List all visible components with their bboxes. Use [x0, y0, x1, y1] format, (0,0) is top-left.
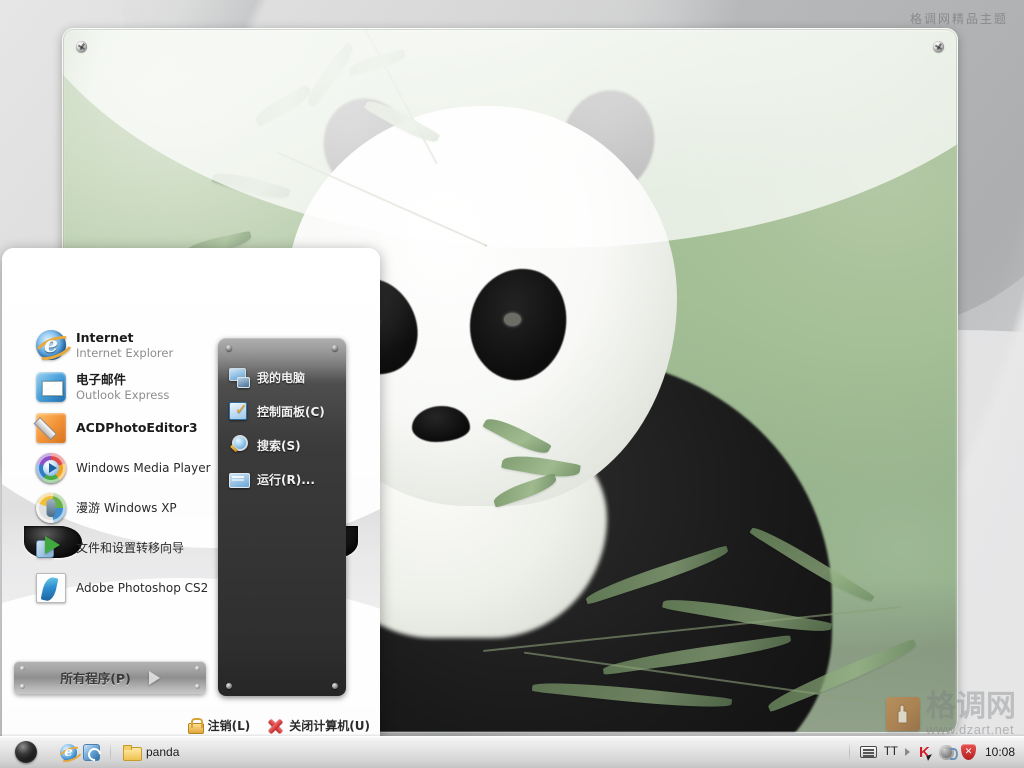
- watermark-top: 格调网精品主题: [909, 12, 1008, 26]
- start-menu-item-title: ACDPhotoEditor3: [76, 420, 198, 436]
- shut-down-button[interactable]: 关闭计算机(U): [266, 717, 370, 734]
- start-orb-icon: [15, 741, 37, 763]
- ime-label[interactable]: TT: [884, 746, 898, 758]
- internet-explorer-icon: [36, 330, 66, 360]
- show-desktop-icon[interactable]: [83, 743, 100, 761]
- quick-launch-bar[interactable]: [52, 736, 110, 768]
- desktop[interactable]: 格调网精品主题 格调网 www.dzart.net Internet Inter…: [0, 0, 1024, 768]
- taskbar[interactable]: panda TT 10:08: [0, 736, 1024, 768]
- taskbar-separator: [110, 742, 111, 762]
- acdphotoeditor-icon: [36, 413, 66, 443]
- places-panel-screw-br-icon: [332, 683, 338, 689]
- places-panel-screw-bl-icon: [226, 683, 232, 689]
- frame-screw-top-left-icon: [76, 41, 87, 52]
- bamboo-leaf-1: [252, 84, 314, 127]
- adobe-photoshop-icon: [36, 573, 66, 603]
- log-off-button[interactable]: 注销(L): [187, 717, 251, 734]
- start-menu-item-text: ACDPhotoEditor3: [76, 420, 198, 436]
- start-menu-programs-list: Internet Internet Explorer 电子邮件 Outlook …: [2, 324, 214, 608]
- start-menu-item-title: Adobe Photoshop CS2: [76, 580, 209, 595]
- place-label: 控制面板(C): [257, 404, 325, 419]
- start-menu-item-subtitle: Outlook Express: [76, 387, 170, 402]
- start-menu-place-run[interactable]: 运行(R)...: [218, 462, 346, 496]
- start-menu-item-files-settings-transfer[interactable]: 文件和设置转移向导: [2, 528, 214, 568]
- chevron-right-icon[interactable]: [904, 748, 910, 756]
- watermark-url: www.dzart.net: [926, 722, 1015, 737]
- start-button[interactable]: [0, 736, 52, 768]
- start-menu-item-text: Internet Internet Explorer: [76, 330, 173, 360]
- start-menu-item-title: 电子邮件: [76, 372, 127, 387]
- files-settings-transfer-icon: [36, 533, 66, 563]
- log-off-label: 注销(L): [207, 719, 251, 733]
- start-menu-item-adobe-photoshop[interactable]: Adobe Photoshop CS2: [2, 568, 214, 608]
- place-label: 运行(R)...: [257, 472, 315, 487]
- start-menu-item-internet[interactable]: Internet Internet Explorer: [2, 324, 214, 366]
- all-programs-button[interactable]: 所有程序(P): [14, 661, 206, 694]
- start-menu-place-search[interactable]: 搜索(S): [218, 428, 346, 462]
- kaspersky-icon[interactable]: [917, 745, 932, 760]
- tray-divider: [848, 742, 850, 762]
- place-label: 搜索(S): [257, 438, 301, 453]
- watermark-text: 格调网 www.dzart.net: [926, 689, 1016, 737]
- windows-media-player-icon: [36, 453, 66, 483]
- lock-icon: [187, 717, 204, 734]
- volume-icon[interactable]: [938, 744, 958, 760]
- shutdown-x-icon: [266, 718, 284, 734]
- outlook-express-icon: [36, 372, 66, 402]
- start-menu-item-text: Adobe Photoshop CS2: [76, 581, 208, 596]
- watermark-logo: 格调网 www.dzart.net: [886, 692, 1016, 736]
- all-programs-screw-tr-icon: [195, 666, 200, 671]
- start-menu-item-text: 电子邮件 Outlook Express: [76, 372, 169, 402]
- start-menu-item-text: 文件和设置转移向导: [76, 541, 184, 556]
- place-label: 我的电脑: [257, 370, 306, 385]
- start-menu-places-panel: 我的电脑 控制面板(C) 搜索(S) 运行(R)...: [218, 338, 346, 696]
- security-shield-icon[interactable]: [960, 744, 976, 760]
- all-programs-label: 所有程序(P): [60, 671, 131, 686]
- start-menu[interactable]: Internet Internet Explorer 电子邮件 Outlook …: [2, 248, 380, 744]
- start-menu-item-text: Windows Media Player: [76, 461, 211, 476]
- search-icon: [228, 434, 250, 456]
- start-menu-item-text: 漫游 Windows XP: [76, 501, 177, 516]
- start-menu-place-control-panel[interactable]: 控制面板(C): [218, 394, 346, 428]
- folder-icon: [123, 745, 142, 761]
- my-computer-icon: [228, 366, 250, 388]
- hand-logo-icon: [886, 697, 920, 731]
- start-menu-item-title: Windows Media Player: [76, 460, 211, 475]
- places-panel-screw-tr-icon: [332, 345, 338, 351]
- taskbar-button-label: panda: [146, 745, 180, 759]
- start-menu-item-subtitle: Internet Explorer: [76, 345, 174, 360]
- start-menu-place-my-computer[interactable]: 我的电脑: [218, 360, 346, 394]
- taskbar-button-panda[interactable]: panda: [117, 740, 189, 764]
- bamboo-leaf-5: [211, 167, 291, 204]
- clock[interactable]: 10:08: [983, 745, 1015, 759]
- watermark-brand: 格调网: [926, 689, 1016, 724]
- windows-tour-icon: [36, 493, 66, 523]
- frame-screw-top-right-icon: [933, 41, 944, 52]
- all-programs-screw-bl-icon: [20, 684, 25, 689]
- control-panel-icon: [228, 400, 250, 422]
- chevron-right-icon: [148, 670, 160, 685]
- panda-pupil-right: [504, 313, 521, 326]
- panda-nose: [412, 406, 470, 442]
- keyboard-icon[interactable]: [859, 746, 877, 758]
- start-menu-item-acdphotoeditor[interactable]: ACDPhotoEditor3: [2, 408, 214, 448]
- start-menu-item-title: Internet: [76, 330, 134, 345]
- start-menu-item-windows-tour[interactable]: 漫游 Windows XP: [2, 488, 214, 528]
- start-menu-actions: 注销(L) 关闭计算机(U): [187, 717, 370, 734]
- start-menu-item-email[interactable]: 电子邮件 Outlook Express: [2, 366, 214, 408]
- start-menu-item-title: 漫游 Windows XP: [76, 500, 177, 515]
- all-programs-screw-br-icon: [195, 684, 200, 689]
- run-icon: [228, 468, 250, 490]
- shut-down-label: 关闭计算机(U): [289, 719, 370, 733]
- internet-explorer-icon[interactable]: [60, 743, 77, 761]
- start-menu-item-windows-media-player[interactable]: Windows Media Player: [2, 448, 214, 488]
- system-tray[interactable]: TT 10:08: [848, 736, 1024, 768]
- start-menu-item-title: 文件和设置转移向导: [76, 540, 185, 555]
- places-panel-screw-tl-icon: [226, 345, 232, 351]
- all-programs-screw-tl-icon: [20, 666, 25, 671]
